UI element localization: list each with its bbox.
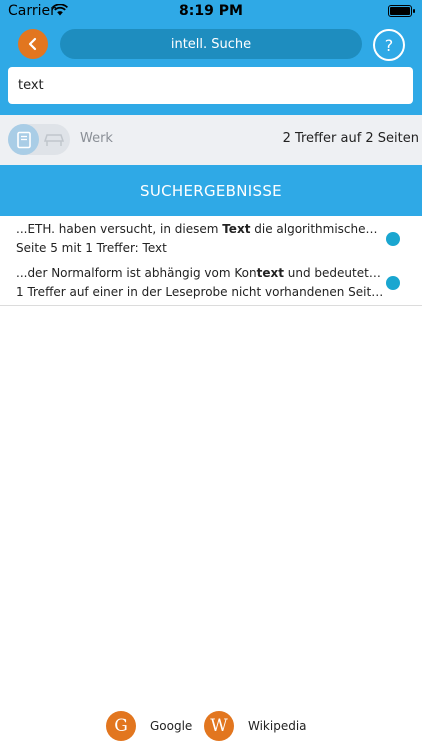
bookshelf-icon	[44, 134, 64, 146]
book-icon	[16, 131, 31, 148]
chevron-left-icon	[28, 37, 37, 51]
scope-toggle[interactable]	[8, 124, 70, 155]
search-input[interactable]	[8, 67, 413, 104]
wikipedia-label: Wikipedia	[248, 719, 307, 733]
battery-icon	[388, 5, 415, 17]
toggle-knob	[8, 124, 39, 155]
status-bar: Carrier 8:19 PM	[0, 0, 422, 24]
wikipedia-icon: W	[204, 711, 234, 741]
result-snippet: ...der Normalform ist abhängig vom Konte…	[16, 266, 384, 280]
help-button[interactable]: ?	[373, 29, 405, 61]
google-icon: G	[106, 711, 136, 741]
match-highlight: Text	[222, 222, 251, 236]
clock: 8:19 PM	[179, 3, 243, 19]
google-link[interactable]: G Google	[106, 711, 192, 741]
result-detail: 1 Treffer auf einer in der Leseprobe nic…	[16, 285, 384, 299]
hit-count: 2 Treffer auf 2 Seiten	[282, 131, 419, 146]
wikipedia-link[interactable]: W Wikipedia	[204, 711, 307, 741]
page-title: intell. Suche	[60, 29, 362, 59]
scope-label: Werk	[80, 131, 113, 146]
result-indicator-dot	[386, 276, 400, 290]
result-snippet: ...ETH. haben versucht, in diesem Text d…	[16, 222, 384, 236]
result-item[interactable]: ...der Normalform ist abhängig vom Konte…	[0, 261, 422, 306]
results-header: SUCHERGEBNISSE	[0, 165, 422, 216]
result-detail: Seite 5 mit 1 Treffer: Text	[16, 241, 167, 255]
question-mark-icon: ?	[384, 35, 394, 55]
back-button[interactable]	[18, 29, 48, 59]
match-highlight: text	[256, 266, 284, 280]
google-label: Google	[150, 719, 193, 733]
result-item[interactable]: ...ETH. haben versucht, in diesem Text d…	[0, 217, 422, 262]
result-indicator-dot	[386, 232, 400, 246]
